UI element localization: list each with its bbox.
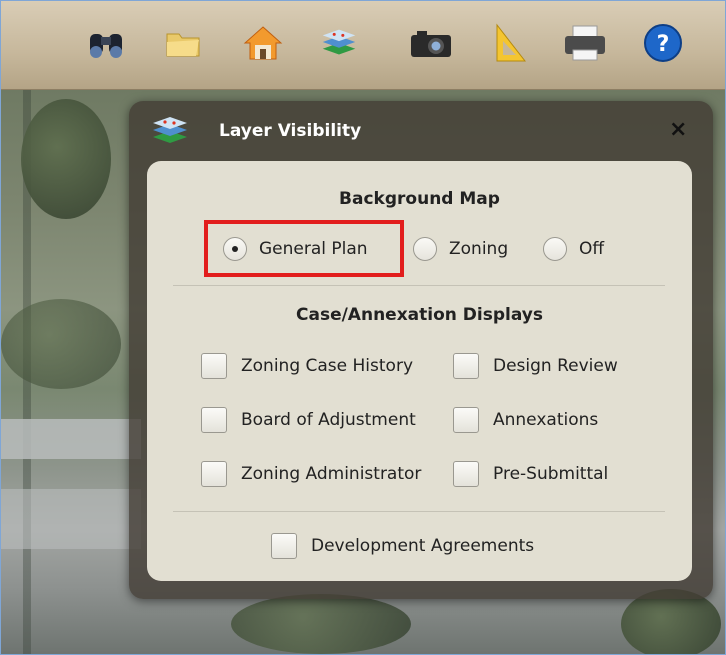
toolbar: ?: [1, 1, 725, 90]
radio-off[interactable]: Off: [543, 237, 604, 261]
checkbox[interactable]: [453, 461, 479, 487]
checkbox[interactable]: [201, 407, 227, 433]
checkbox-zoning-administrator[interactable]: Zoning Administrator: [201, 461, 421, 487]
panel-title: Layer Visibility: [219, 121, 362, 141]
radio-zoning[interactable]: Zoning: [413, 237, 508, 261]
radio-button[interactable]: [543, 237, 567, 261]
case-displays-heading: Case/Annexation Displays: [296, 305, 543, 325]
checkbox-label: Board of Adjustment: [241, 410, 416, 430]
checkbox-label: Zoning Case History: [241, 356, 414, 376]
divider: [173, 285, 665, 286]
svg-text:?: ?: [657, 32, 670, 57]
app-window: ? Layer Visibility × Background Map Gene…: [0, 0, 726, 655]
layer-visibility-panel: Layer Visibility × Background Map Genera…: [129, 101, 713, 599]
folder-icon[interactable]: [161, 21, 205, 65]
checkbox-annexations[interactable]: Annexations: [453, 407, 598, 433]
radio-label: Zoning: [449, 239, 509, 259]
map-road: [1, 419, 141, 459]
radio-button[interactable]: [413, 237, 437, 261]
checkbox[interactable]: [201, 461, 227, 487]
checkbox-label: Zoning Administrator: [241, 464, 422, 484]
camera-icon[interactable]: [409, 21, 453, 65]
checkbox-label: Pre-Submittal: [493, 464, 609, 484]
checkbox-label: Development Agreements: [311, 536, 535, 556]
background-map-heading: Background Map: [339, 189, 500, 209]
checkbox[interactable]: [453, 353, 479, 379]
checkbox-zoning-case-history[interactable]: Zoning Case History: [201, 353, 413, 379]
checkbox[interactable]: [271, 533, 297, 559]
close-icon[interactable]: ×: [669, 117, 687, 142]
checkbox-design-review[interactable]: Design Review: [453, 353, 618, 379]
radio-label: Off: [579, 239, 605, 259]
binoculars-icon[interactable]: [85, 21, 129, 65]
highlight-box: [204, 220, 404, 277]
checkbox-pre-submittal[interactable]: Pre-Submittal: [453, 461, 608, 487]
layers-icon: [147, 113, 193, 153]
checkbox-board-of-adjustment[interactable]: Board of Adjustment: [201, 407, 416, 433]
divider: [173, 511, 665, 512]
panel-body: Background Map General Plan Zoning Off C…: [147, 161, 692, 581]
map-tree: [231, 594, 411, 654]
map-road: [1, 489, 141, 549]
printer-icon[interactable]: [563, 21, 607, 65]
map-tree: [21, 99, 111, 219]
ruler-triangle-icon[interactable]: [487, 21, 531, 65]
checkbox-label: Design Review: [493, 356, 618, 376]
home-icon[interactable]: [241, 21, 285, 65]
layers-icon[interactable]: [317, 21, 361, 65]
checkbox-development-agreements[interactable]: Development Agreements: [271, 533, 534, 559]
map-tree: [1, 299, 121, 389]
checkbox[interactable]: [201, 353, 227, 379]
checkbox-label: Annexations: [493, 410, 599, 430]
checkbox[interactable]: [453, 407, 479, 433]
help-icon[interactable]: ?: [641, 21, 685, 65]
